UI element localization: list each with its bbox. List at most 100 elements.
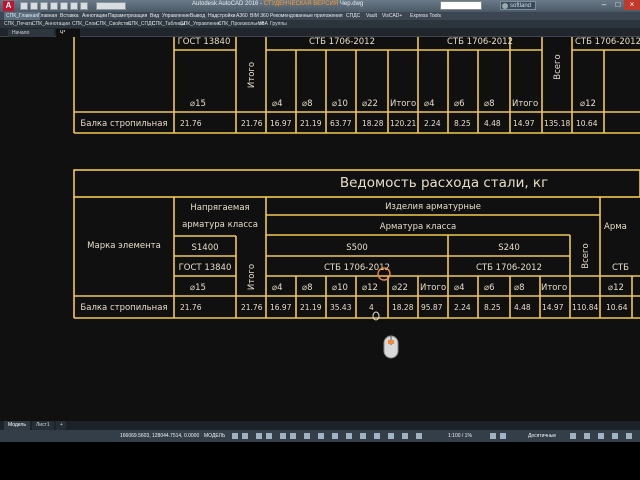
open-file-icon[interactable] [30,2,38,10]
tab-view[interactable]: Вид [150,12,159,20]
top-value-cell: 14.97 [513,119,535,128]
top-total-vertical: Итого [247,62,257,88]
window-title: Autodesk AutoCAD 2016 - СТУДЕНЧЕСКАЯ ВЕР… [192,1,364,7]
polar-icon[interactable] [266,433,272,439]
gost-label: ГОСТ 13840 [179,263,232,273]
gizmo-icon[interactable] [388,433,394,439]
annotation-monitor-icon[interactable] [500,433,506,439]
units-dropdown[interactable]: Десятичные [528,430,556,442]
panel-vba[interactable]: VBA [258,20,268,28]
close-button[interactable]: × [624,0,640,10]
tab-a360[interactable]: А360 [236,12,248,20]
tab-insert[interactable]: Вставка [60,12,79,20]
selection-filter-icon[interactable] [374,433,380,439]
print-icon[interactable] [60,2,68,10]
selection-cycling-icon[interactable] [332,433,338,439]
tab-annotate[interactable]: Аннотации [82,12,107,20]
stb3-label: СТБ [612,263,629,273]
panel-groups[interactable]: Группы [270,20,287,28]
size-cell: ⌀22 [392,283,408,293]
annotation-scale-dropdown[interactable]: 1:100 / 1% [448,430,472,442]
top-size-cell: ⌀6 [454,99,465,109]
tab-express-tools[interactable]: Express Tools [410,12,441,20]
tab-parametric[interactable]: Параметризация [108,12,147,20]
size-cell: ⌀12 [608,283,624,293]
tab-output[interactable]: Вывод [190,12,205,20]
top-value-cell: 4.48 [484,119,501,128]
tab-start[interactable]: Начало [8,29,54,37]
add-layout-button[interactable]: + [56,421,66,430]
value-cell: 8.25 [484,303,501,312]
tab-vault[interactable]: Vault [366,12,377,20]
tab-home[interactable]: Главная [38,12,57,20]
top-size-cell: ⌀8 [302,99,313,109]
user-account[interactable]: softland [500,1,536,10]
dynamic-ucs-icon[interactable] [360,433,366,439]
workspace-dropdown[interactable] [96,2,126,10]
value-cell: 2.24 [454,303,471,312]
isolate-objects-icon[interactable] [598,433,604,439]
ortho-icon[interactable] [256,433,262,439]
size-cell: Итого [541,283,567,293]
stb1-label: СТБ 1706-2012 [324,263,390,273]
transparency-icon[interactable] [318,433,324,439]
redo-icon[interactable] [80,2,88,10]
top-stb3-label: СТБ 1706-2012 [575,37,640,47]
value-cell: 16.97 [270,303,292,312]
search-input[interactable] [440,1,482,10]
tab-manage[interactable]: Управление [162,12,190,20]
value-cell: 21.76 [180,303,202,312]
grid-icon[interactable] [232,433,238,439]
tab-sheet1[interactable]: Лист1 [32,421,54,430]
osnap-icon[interactable] [280,433,286,439]
top-size-cell: Итого [390,99,416,109]
otrack-icon[interactable] [290,433,296,439]
autocad-logo-icon[interactable]: A [3,1,14,11]
auto-scale-icon[interactable] [416,433,422,439]
lock-ui-icon[interactable] [584,433,590,439]
tab-addins[interactable]: Надстройки [208,12,235,20]
save-icon[interactable] [40,2,48,10]
tab-featured-apps[interactable]: Рекомендованные приложения [270,12,343,20]
panel-spk-properties[interactable]: СПК_Свойства [96,20,131,28]
top-size-cell: ⌀22 [362,99,378,109]
top-value-row: 21.76 21.76 16.97 21.19 63.77 18.28 120.… [180,119,598,128]
panel-spk-annotations[interactable]: СПК_Аннотации [32,20,70,28]
value-cell: 18.28 [392,303,414,312]
clean-screen-icon[interactable] [612,433,618,439]
total-vertical-label: Итого [247,264,257,290]
customize-icon[interactable] [626,433,632,439]
workspace-switch-icon[interactable] [490,433,496,439]
panel-spk-layers[interactable]: СПК_Слои [72,20,97,28]
tab-bim360[interactable]: BIM 360 [250,12,269,20]
tab-model[interactable]: Модель [4,421,30,430]
save-as-icon[interactable] [50,2,58,10]
status-bar: 166069.5603, 128044.7514, 0.0000 МОДЕЛЬ … [0,430,640,442]
tab-spk-main[interactable]: СПК_Главная [4,12,40,20]
prestressed-label-1: Напрягаемая [190,203,249,213]
new-file-icon[interactable] [20,2,28,10]
rebar-class-cut-label: Арма [604,222,627,232]
top-size-cell: ⌀10 [332,99,348,109]
model-space-button[interactable]: МОДЕЛЬ [204,430,225,442]
products-label: Изделия арматурные [385,202,481,212]
panel-spk-print[interactable]: СПК_Печать [4,20,33,28]
drawing-svg: ГОСТ 13840 СТБ 1706-2012 СТБ 1706-2012 С… [73,37,640,359]
panel-spk-manage[interactable]: СПК_Управление [180,20,221,28]
tab-spds[interactable]: СПДС [346,12,360,20]
undo-icon[interactable] [70,2,78,10]
prestressed-label-2: арматура класса [182,220,258,230]
top-row-name: Балка стропильная [80,119,167,129]
title-bar: A Autodesk AutoCAD 2016 - СТУДЕНЧЕСКАЯ В… [0,0,640,12]
quick-properties-icon[interactable] [570,433,576,439]
top-size-row: ⌀15 ⌀4 ⌀8 ⌀10 ⌀22 Итого ⌀4 ⌀6 ⌀8 Итого ⌀… [190,99,596,109]
tab-viscad[interactable]: VisCAD+ [382,12,402,20]
drawing-canvas[interactable]: ГОСТ 13840 СТБ 1706-2012 СТБ 1706-2012 С… [0,37,640,442]
lineweight-icon[interactable] [304,433,310,439]
snap-icon[interactable] [242,433,248,439]
value-cell: 110.84 [572,303,598,312]
tab-drawing[interactable]: Ч* [56,29,80,37]
size-cell: ⌀4 [454,283,465,293]
3d-osnap-icon[interactable] [346,433,352,439]
annotation-visibility-icon[interactable] [402,433,408,439]
